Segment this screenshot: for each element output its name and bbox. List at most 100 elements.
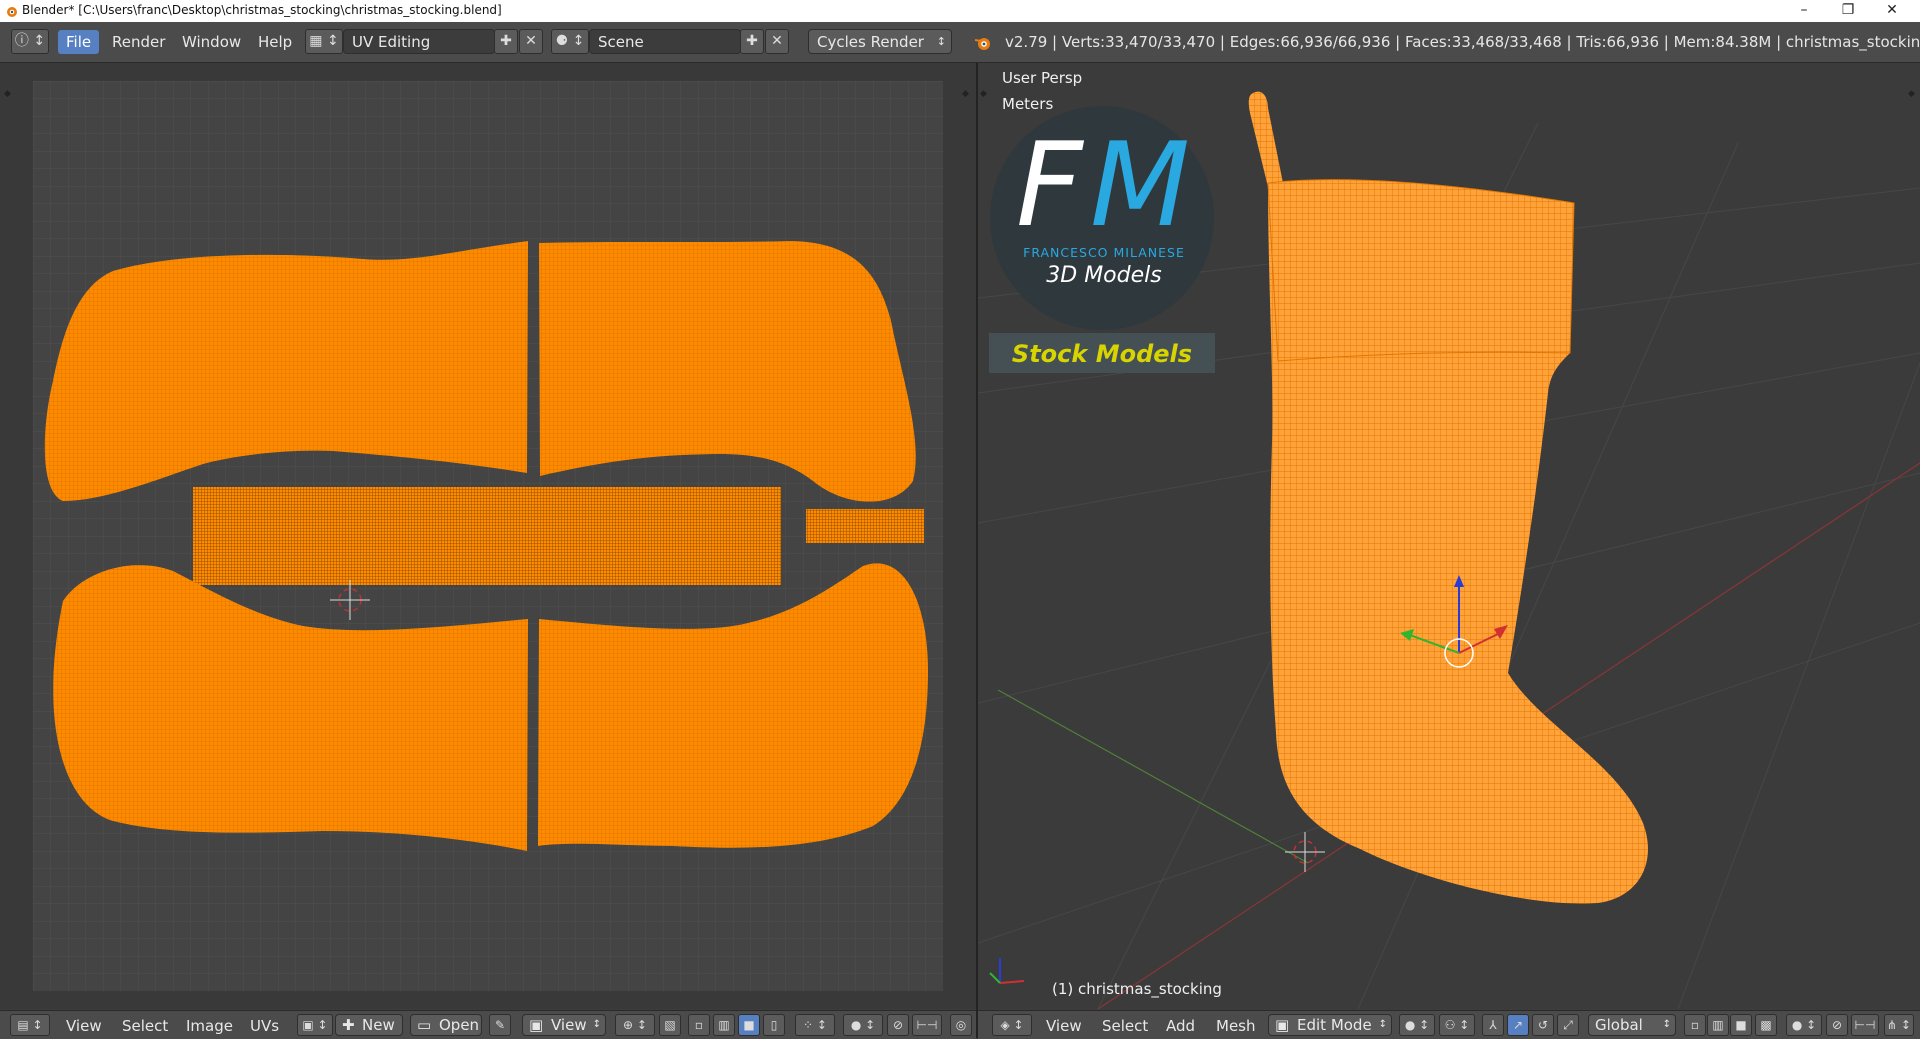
uv-menu-select[interactable]: Select — [116, 1015, 174, 1037]
uv-menu-uvs[interactable]: UVs — [244, 1015, 285, 1037]
overlay-options-icon[interactable]: ⋔ ↕ — [1884, 1014, 1914, 1036]
viewport-shading-icon[interactable]: ● ↕ — [1399, 1014, 1435, 1036]
fm-logo-badge: F M FRANCESCO MILANESE 3D Models — [990, 106, 1214, 330]
region-toggle-icon[interactable]: ◆ — [4, 89, 11, 99]
interaction-mode-label: Edit Mode — [1297, 1016, 1372, 1034]
menu-help[interactable]: Help — [250, 30, 300, 54]
add-screen-icon[interactable]: ✚ — [494, 29, 518, 54]
folder-icon: ▭ — [417, 1016, 432, 1034]
proportional-edit-icon[interactable]: ● ↕ — [843, 1014, 883, 1036]
transform-orientation-select[interactable]: Global ↕ — [1588, 1014, 1676, 1036]
scene-field[interactable]: Scene — [589, 29, 741, 54]
view-mode-select[interactable]: ▣ View ↕ — [522, 1014, 606, 1036]
logo-author: FRANCESCO MILANESE — [1023, 245, 1185, 260]
chevron-updown-icon: ↕ — [1378, 1019, 1387, 1030]
region-toggle-icon[interactable]: ◆ — [962, 89, 969, 99]
snap-magnet-icon[interactable]: ⊘ — [1826, 1014, 1848, 1036]
face-select-icon[interactable]: ■ — [738, 1014, 760, 1036]
logo-subtitle: 3D Models — [1046, 263, 1162, 288]
snap-icon[interactable]: ⊘ — [887, 1014, 909, 1036]
delete-scene-icon[interactable]: ✕ — [765, 29, 789, 54]
snap-element-icon[interactable]: ⊢⊣ — [912, 1014, 942, 1036]
chevron-updown-icon: ↕ — [936, 35, 946, 48]
new-image-button[interactable]: ✚ New — [335, 1014, 403, 1036]
new-image-label: New — [362, 1016, 395, 1034]
menu-render[interactable]: Render — [104, 30, 173, 54]
add-scene-icon[interactable]: ✚ — [740, 29, 764, 54]
open-image-button[interactable]: ▭ Open — [410, 1014, 482, 1036]
uv-menu-image[interactable]: Image — [180, 1015, 239, 1037]
screen-layout-icon[interactable]: ▦ ↕ — [305, 29, 343, 54]
close-window-button[interactable]: ✕ — [1870, 0, 1914, 22]
stock-models-banner: Stock Models — [989, 333, 1215, 373]
proportional-editing-icon[interactable]: ● ↕ — [1786, 1014, 1822, 1036]
scene-statistics: v2.79 | Verts:33,470/33,470 | Edges:66,9… — [1005, 33, 1920, 51]
blender-logo-icon — [974, 38, 990, 50]
render-engine-select[interactable]: Cycles Render ↕ — [808, 29, 952, 54]
axis-orientation-icon — [989, 958, 1025, 984]
uv-editor-header: ▤ ↕ View Select Image UVs ▣ ↕ ✚ New ▭ Op… — [0, 1010, 976, 1039]
edit-mode-icon: ▣ — [1275, 1016, 1290, 1034]
uv-menu-view[interactable]: View — [60, 1015, 108, 1037]
view3d-menu-add[interactable]: Add — [1160, 1015, 1201, 1037]
region-toggle-icon[interactable]: ◆ — [980, 89, 987, 99]
view3d-menu-mesh[interactable]: Mesh — [1210, 1015, 1262, 1037]
scale-manipulator-icon[interactable]: ⤢ — [1557, 1014, 1579, 1036]
chevron-updown-icon: ↕ — [1662, 1019, 1671, 1030]
pin-icon[interactable]: ✎ — [489, 1014, 511, 1036]
manipulator-toggle-icon[interactable]: ⅄ — [1482, 1014, 1504, 1036]
logo-letter-m: M — [1090, 118, 1191, 253]
stock-models-text: Stock Models — [1011, 340, 1193, 368]
info-header: ⓘ ↕ File Render Window Help ▦ ↕ UV Editi… — [0, 22, 1920, 63]
stocking-hanger-loop[interactable] — [1248, 91, 1283, 187]
view3d-menu-view[interactable]: View — [1040, 1015, 1088, 1037]
interaction-mode-select[interactable]: ▣ Edit Mode ↕ — [1268, 1014, 1392, 1036]
view-mode-label: View — [551, 1016, 587, 1034]
vertex-select-icon[interactable]: ▫ — [688, 1014, 710, 1036]
view3d-menu-select[interactable]: Select — [1096, 1015, 1154, 1037]
view-name-label: User Persp — [1002, 69, 1083, 87]
edge-select-icon[interactable]: ▥ — [713, 1014, 735, 1036]
window-titlebar: Blender* [C:\Users\franc\Desktop\christm… — [0, 0, 1920, 22]
logo-letter-f: F — [1016, 118, 1083, 253]
3d-cursor-icon — [1285, 832, 1325, 872]
minimize-button[interactable]: – — [1782, 0, 1826, 22]
menu-file[interactable]: File — [58, 30, 100, 54]
region-toggle-icon[interactable]: ◆ — [1908, 89, 1915, 99]
translate-manipulator-icon[interactable]: ↗ — [1507, 1014, 1529, 1036]
vertex-select-mode-icon[interactable]: ▫ — [1684, 1014, 1706, 1036]
plus-icon: ✚ — [342, 1016, 355, 1034]
uv-image-editor[interactable]: ◆ ◆ — [0, 63, 976, 1009]
open-image-label: Open — [439, 1016, 480, 1034]
pivot-center-icon[interactable]: ⚇ ↕ — [1439, 1014, 1475, 1036]
units-label: Meters — [1002, 95, 1054, 113]
menu-window[interactable]: Window — [174, 30, 249, 54]
uv-canvas[interactable] — [33, 81, 943, 991]
blender-logo-icon — [7, 7, 17, 17]
delete-screen-icon[interactable]: ✕ — [519, 29, 543, 54]
edge-select-mode-icon[interactable]: ▥ — [1707, 1014, 1729, 1036]
uv-sculpt-icon[interactable]: ◎ — [950, 1014, 972, 1036]
editor-type-3d-icon[interactable]: ◈ ↕ — [992, 1014, 1032, 1036]
editor-type-image-icon[interactable]: ▤ ↕ — [10, 1014, 50, 1036]
screen-layout-field[interactable]: UV Editing — [343, 29, 495, 54]
pivot-point-icon[interactable]: ⊕ ↕ — [615, 1014, 655, 1036]
3d-view-header: ◈ ↕ View Select Add Mesh ▣ Edit Mode ↕ ●… — [978, 1010, 1920, 1039]
image-view-icon: ▣ — [529, 1016, 544, 1034]
island-select-icon[interactable]: ▯ — [763, 1014, 785, 1036]
sync-selection-icon[interactable]: ▧ — [659, 1014, 681, 1036]
uv-island[interactable] — [193, 487, 781, 585]
uv-island[interactable] — [806, 509, 924, 543]
window-title: Blender* [C:\Users\franc\Desktop\christm… — [22, 3, 502, 17]
snap-target-icon[interactable]: ⊢⊣ — [1851, 1014, 1879, 1036]
active-object-label: (1) christmas_stocking — [1052, 980, 1222, 998]
face-select-mode-icon[interactable]: ■ — [1730, 1014, 1752, 1036]
image-browse-icon[interactable]: ▣ ↕ — [297, 1014, 333, 1036]
scene-icon[interactable]: ⚈ ↕ — [551, 29, 589, 54]
maximize-button[interactable]: ❐ — [1826, 0, 1870, 22]
sticky-selection-icon[interactable]: ⁘ ↕ — [795, 1014, 835, 1036]
rotate-manipulator-icon[interactable]: ↺ — [1532, 1014, 1554, 1036]
occlude-geometry-icon[interactable]: ▩ — [1755, 1014, 1777, 1036]
transform-orientation-label: Global — [1595, 1016, 1643, 1034]
editor-type-info-icon[interactable]: ⓘ ↕ — [11, 29, 49, 54]
